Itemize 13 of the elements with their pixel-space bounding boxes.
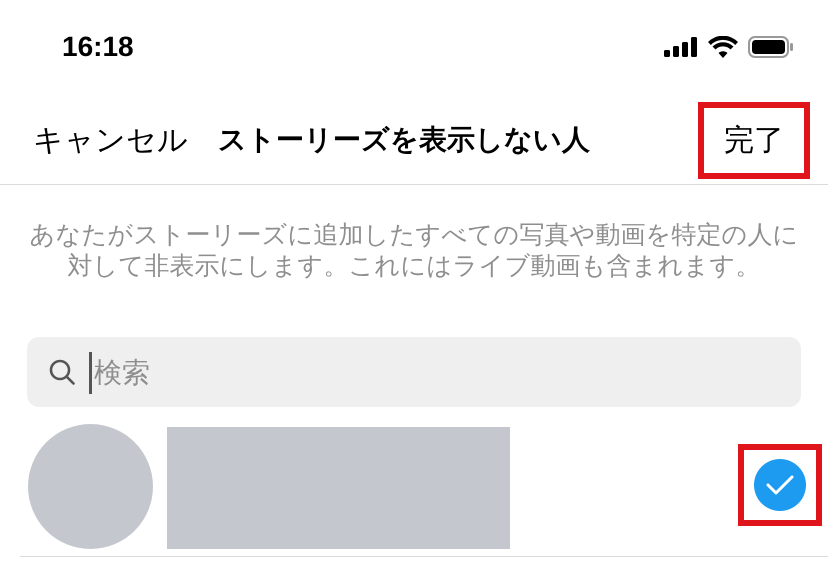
battery-icon <box>748 36 794 58</box>
selection-checkbox[interactable] <box>754 459 806 511</box>
description-text: あなたがストーリーズに追加したすべての写真や動画を特定の人に対して非表示にします。これにはライブ動画も含まれます。 <box>28 219 800 281</box>
search-field[interactable]: 検索 <box>27 337 801 407</box>
signal-icon <box>664 37 698 57</box>
done-button[interactable]: 完了 <box>698 102 810 178</box>
checkmark-icon <box>766 474 794 496</box>
wifi-icon <box>708 36 738 58</box>
cancel-button[interactable]: キャンセル <box>33 118 188 162</box>
text-cursor <box>89 352 92 394</box>
page-title: ストーリーズを表示しない人 <box>218 122 590 158</box>
search-icon <box>49 359 75 385</box>
status-time: 16:18 <box>62 30 134 64</box>
